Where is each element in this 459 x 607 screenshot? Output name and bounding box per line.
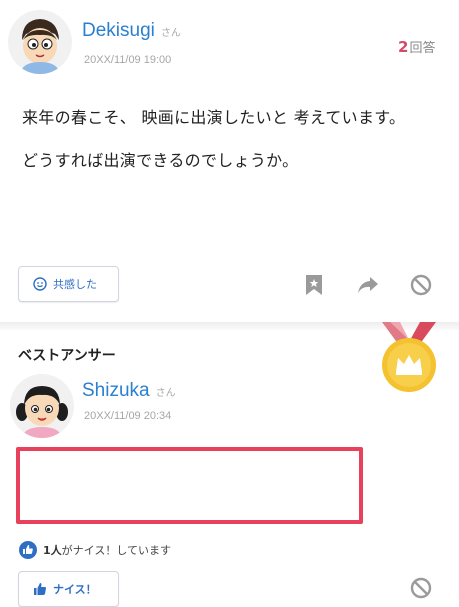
question-line-1: 来年の春こそ、 映画に出演したいと 考えています。 xyxy=(22,108,406,127)
nice-label: ナイス！ xyxy=(53,583,97,596)
answer-user-line: Shizuka さん xyxy=(82,380,176,402)
thumbs-up-badge-icon xyxy=(19,541,37,559)
share-arrow-icon[interactable] xyxy=(357,276,379,298)
question-user-line: Dekisugi さん xyxy=(82,20,181,42)
answer-block-icon[interactable] xyxy=(410,577,432,603)
answer-count[interactable]: 2回答 xyxy=(398,37,435,56)
bookmark-icon[interactable] xyxy=(304,274,324,300)
answer-count-suffix: 回答 xyxy=(409,41,436,56)
answer-highlight-box xyxy=(16,447,363,524)
like-summary: 1人 がナイス！しています xyxy=(19,541,171,559)
nice-button[interactable]: ナイス！ xyxy=(18,571,119,607)
question-date: 20XX/11/09 19:00 xyxy=(84,54,172,66)
question-line-2: どうすれば出演できるのでしょうか。 xyxy=(22,151,299,170)
like-count: 1人 xyxy=(43,544,62,557)
empathy-label: 共感した xyxy=(53,278,97,291)
avatar-dekisugi[interactable] xyxy=(8,10,72,74)
question-honorific: さん xyxy=(160,28,181,39)
answer-date: 20XX/11/09 20:34 xyxy=(84,410,172,422)
thumbs-up-icon xyxy=(33,582,47,596)
best-answer-title: ベストアンサー xyxy=(18,348,116,364)
medal-icon xyxy=(376,322,442,396)
answer-honorific: さん xyxy=(155,388,176,399)
block-icon[interactable] xyxy=(410,274,432,300)
empathy-button[interactable]: 共感した xyxy=(18,266,119,302)
answer-count-number: 2 xyxy=(398,38,409,56)
question-username[interactable]: Dekisugi xyxy=(82,20,155,42)
avatar-shizuka[interactable] xyxy=(10,374,74,438)
like-text: がナイス！しています xyxy=(61,544,171,557)
smile-icon xyxy=(33,277,47,291)
answer-username[interactable]: Shizuka xyxy=(82,380,150,402)
